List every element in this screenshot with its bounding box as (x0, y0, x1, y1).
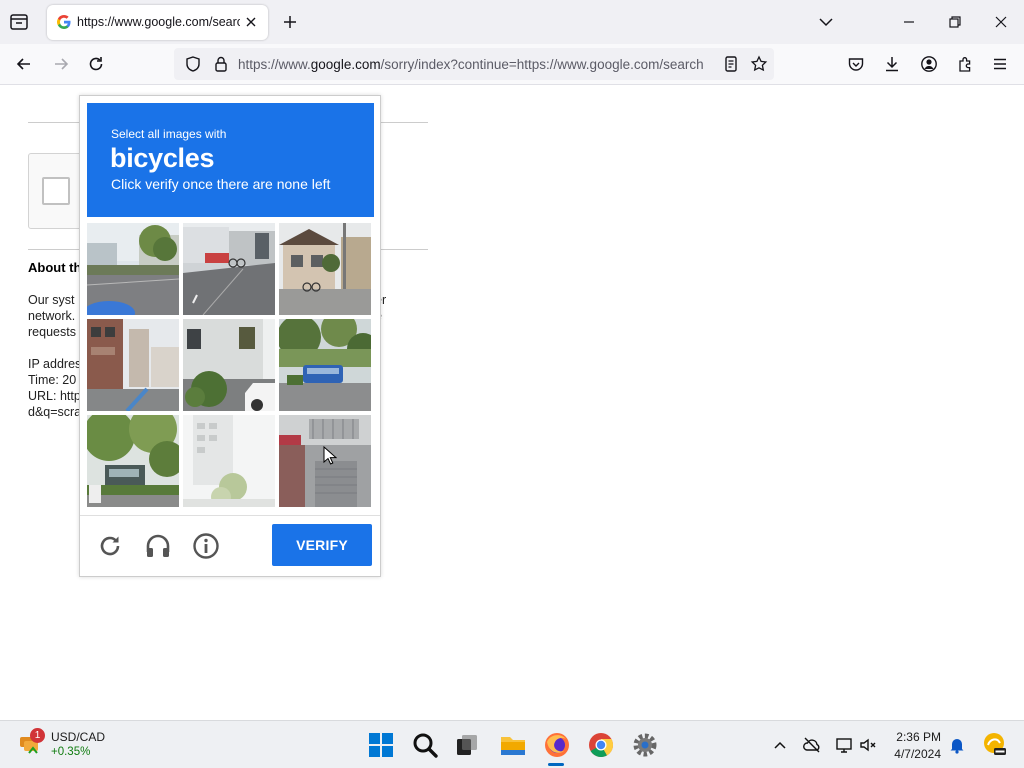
challenge-header: Select all images with bicycles Click ve… (87, 103, 374, 217)
menu-icon[interactable] (990, 54, 1010, 74)
close-tab-icon[interactable] (243, 14, 259, 30)
search-icon[interactable] (410, 730, 440, 760)
image-grid (87, 223, 373, 509)
task-view-icon[interactable] (452, 730, 482, 760)
audio-challenge-headphones-icon[interactable] (144, 532, 172, 560)
lock-icon[interactable] (211, 54, 231, 74)
tile-house-with-bicycles[interactable] (279, 223, 371, 315)
close-window-icon[interactable] (991, 12, 1011, 32)
pocket-icon[interactable] (846, 54, 866, 74)
verify-button[interactable]: VERIFY (272, 524, 372, 566)
forward-icon[interactable] (51, 54, 71, 74)
widget-title: USD/CAD (51, 730, 106, 744)
network-icon[interactable] (834, 735, 854, 755)
time-line: Time: 20 (28, 373, 77, 387)
list-all-tabs-icon[interactable] (816, 12, 836, 32)
settings-icon[interactable] (630, 730, 660, 760)
about-heading: About th (28, 260, 82, 275)
notification-bell-icon[interactable] (947, 735, 967, 755)
url-path: /sorry/index?continue=https://www.google… (380, 57, 704, 72)
downloads-icon[interactable] (882, 54, 902, 74)
challenge-object: bicycles (110, 143, 215, 173)
body-text-line: Our syst (28, 293, 75, 307)
widget-change: +0.35% (51, 746, 91, 758)
notification-badge: 1 (30, 728, 45, 743)
chrome-icon[interactable] (586, 730, 616, 760)
url-line: URL: http (28, 389, 81, 403)
firefox-icon[interactable] (542, 730, 572, 760)
extensions-icon[interactable] (955, 54, 975, 74)
bookmark-star-icon[interactable] (749, 54, 769, 74)
ip-address-line: IP addres (28, 357, 82, 371)
active-tab[interactable]: https://www.google.com/search (47, 5, 268, 40)
back-icon[interactable] (14, 54, 34, 74)
url-text[interactable]: https://www.google.com/sorry/index?conti… (238, 57, 710, 72)
challenge-instruction: Click verify once there are none left (111, 176, 331, 192)
recaptcha-checkbox[interactable] (42, 177, 70, 205)
navigation-bar: https://www.google.com/sorry/index?conti… (0, 44, 1024, 85)
minimize-icon[interactable] (899, 12, 919, 32)
clock-time[interactable]: 2:36 PM (895, 730, 941, 744)
active-app-indicator (548, 763, 564, 766)
tile-blue-bus[interactable] (279, 319, 371, 411)
file-explorer-icon[interactable] (498, 730, 528, 760)
tile-trees-and-bus[interactable] (87, 415, 179, 507)
challenge-prompt: Select all images with (111, 127, 227, 141)
copilot-preview-icon[interactable] (981, 731, 1007, 757)
start-icon[interactable] (366, 730, 396, 760)
url-domain: google.com (310, 57, 381, 72)
windows-taskbar: 1 USD/CAD +0.35% 2:36 PM 4/7/2024 (0, 720, 1024, 768)
tile-white-building[interactable] (183, 415, 275, 507)
restore-icon[interactable] (945, 12, 965, 32)
url-bar[interactable]: https://www.google.com/sorry/index?conti… (174, 48, 774, 80)
recaptcha-challenge-popup: Select all images with bicycles Click ve… (79, 95, 381, 577)
tile-white-house-car[interactable] (183, 319, 275, 411)
body-text-line: requests (28, 325, 76, 339)
tab-list-icon[interactable] (8, 11, 30, 33)
footer-divider (80, 515, 380, 516)
show-hidden-icons-chevron-icon[interactable] (770, 735, 790, 755)
help-info-icon[interactable] (192, 532, 220, 560)
clock-date[interactable]: 4/7/2024 (889, 747, 941, 761)
account-icon[interactable] (919, 54, 939, 74)
volume-muted-icon[interactable] (858, 735, 878, 755)
mouse-cursor-icon (323, 446, 337, 465)
tile-narrow-street[interactable] (87, 319, 179, 411)
tab-bar: https://www.google.com/search (0, 0, 1024, 44)
tracking-protection-shield-icon[interactable] (183, 54, 203, 74)
new-tab-icon[interactable] (280, 12, 300, 32)
body-text-line: network. (28, 309, 76, 323)
tile-street-with-trees[interactable] (87, 223, 179, 315)
reader-view-icon[interactable] (721, 54, 741, 74)
google-favicon-icon (57, 15, 71, 29)
tab-title: https://www.google.com/search (77, 15, 240, 29)
query-line: d&q=scra (28, 405, 82, 419)
reload-icon[interactable] (86, 54, 106, 74)
tile-road-with-bicycles[interactable] (183, 223, 275, 315)
url-prefix: https://www. (238, 57, 311, 72)
onedrive-offline-icon[interactable] (802, 735, 822, 755)
reload-challenge-icon[interactable] (96, 532, 124, 560)
